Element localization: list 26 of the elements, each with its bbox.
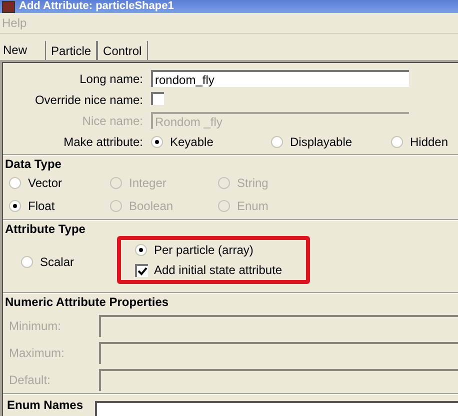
- app-icon: [2, 0, 15, 12]
- section-heading: Enum Names: [6, 397, 84, 414]
- tab[interactable]: Particle: [45, 41, 98, 60]
- section-heading: Attribute Type: [4, 221, 86, 238]
- tab[interactable]: Control: [97, 41, 148, 60]
- section-heading: Data Type: [4, 156, 62, 173]
- field-label: Default:: [9, 372, 52, 386]
- radio-button[interactable]: Hidden: [391, 134, 448, 148]
- check-icon: [137, 266, 148, 276]
- field-label: Nice name:: [81, 114, 143, 128]
- radio-button[interactable]: Per particle (array): [135, 243, 282, 257]
- field-label: Minimum:: [9, 318, 62, 332]
- radio-button[interactable]: Keyable: [151, 134, 214, 148]
- text-field[interactable]: rondom_fly: [151, 70, 409, 87]
- radio-button[interactable]: Float: [9, 199, 55, 213]
- checkbox[interactable]: Add initial state attribute: [135, 263, 282, 277]
- field-label: Make attribute:: [62, 134, 143, 148]
- checkbox[interactable]: [151, 92, 164, 104]
- window-title: Add Attribute: particleShape1: [19, 0, 174, 13]
- section-heading: Numeric Attribute Properties: [4, 294, 170, 311]
- radio-button[interactable]: Displayable: [271, 134, 352, 148]
- radio-button[interactable]: Scalar: [21, 254, 74, 268]
- field-label: Long name:: [78, 72, 143, 86]
- radio-button[interactable]: Vector: [9, 176, 62, 190]
- field-label: Override nice name:: [34, 92, 143, 106]
- field-label: Maximum:: [9, 346, 66, 360]
